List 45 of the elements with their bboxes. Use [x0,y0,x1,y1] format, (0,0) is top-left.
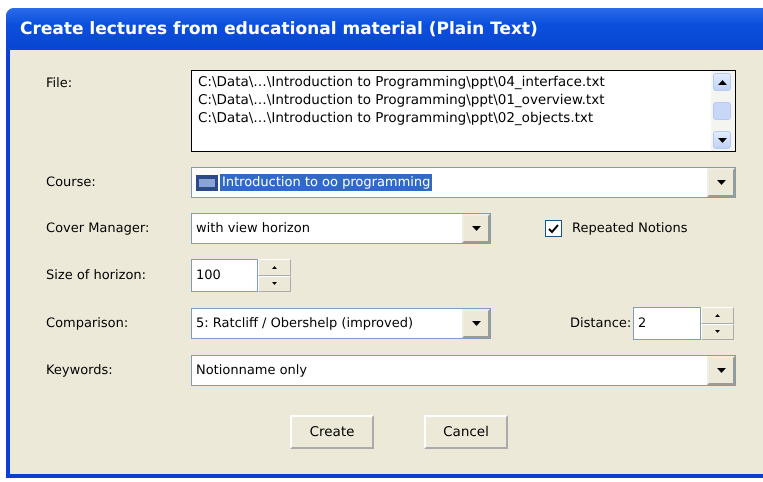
number-field[interactable]: 100 [191,259,258,292]
field-label: Course: [46,175,97,190]
caret-down-icon [716,180,726,185]
create-button[interactable]: Create [290,415,374,449]
caret-down-icon [472,321,480,326]
caret-down-icon [718,138,726,142]
caret-down-icon [715,330,720,334]
field-label: Cover Manager: [46,221,150,236]
file-list-item[interactable]: C:\Data\…\Introduction to Programming\ppt\02_objects.txt [198,110,705,126]
field-label: Keywords: [46,363,114,378]
caret-down-icon [272,282,277,286]
cancel-button[interactable]: Cancel [424,415,508,449]
dropdown[interactable]: Introduction to oo programming [191,167,736,198]
course-icon [196,174,218,190]
dropdown[interactable]: 5: Ratcliff / Obershelp (improved) [191,308,491,339]
field-label: Size of horizon: [46,268,148,283]
caret-down-icon [472,226,480,231]
caret-down-icon [716,368,726,373]
dropdown-arrow-button[interactable] [462,214,490,243]
dropdown[interactable]: with view horizon [191,213,491,244]
scroll-up-button[interactable] [713,73,731,91]
dropdown-value: Introduction to oo programming [220,174,432,191]
dropdown-arrow-button[interactable] [462,309,490,338]
checkbox[interactable] [545,220,562,237]
scroll-down-button[interactable] [713,131,731,149]
field-label: Comparison: [46,316,130,331]
scroll-thumb[interactable] [713,102,731,120]
field-label: Distance: [570,316,632,331]
field-label: File: [46,76,74,91]
caret-up-icon [715,314,720,317]
dropdown[interactable]: Notionname only [191,355,736,386]
dropdown-value: with view horizon [195,220,311,237]
checkbox-label: Repeated Notions [572,221,688,236]
dropdown-arrow-button[interactable] [707,168,735,197]
dropdown-arrow-button[interactable] [707,356,735,385]
file-list[interactable]: C:\Data\…\Introduction to Programming\ppt\04_interface.txt C:\Data\…\Introduction to Programming\ppt\01_overview.txt C:\Data\…\Introduction to Programming\ppt\02_objects.txt [191,70,736,152]
dropdown-value: 5: Ratcliff / Obershelp (improved) [195,315,414,332]
dropdown-value: Notionname only [195,362,308,379]
window-title: Create lectures from educational material (Plain Text) [6,8,763,50]
file-list-item[interactable]: C:\Data\…\Introduction to Programming\ppt\04_interface.txt [198,74,705,90]
caret-up-icon [272,266,277,269]
checkmark-icon [548,224,559,234]
caret-up-icon [718,80,726,84]
number-field[interactable]: 2 [633,307,701,340]
file-list-item[interactable]: C:\Data\…\Introduction to Programming\ppt\01_overview.txt [198,92,705,108]
